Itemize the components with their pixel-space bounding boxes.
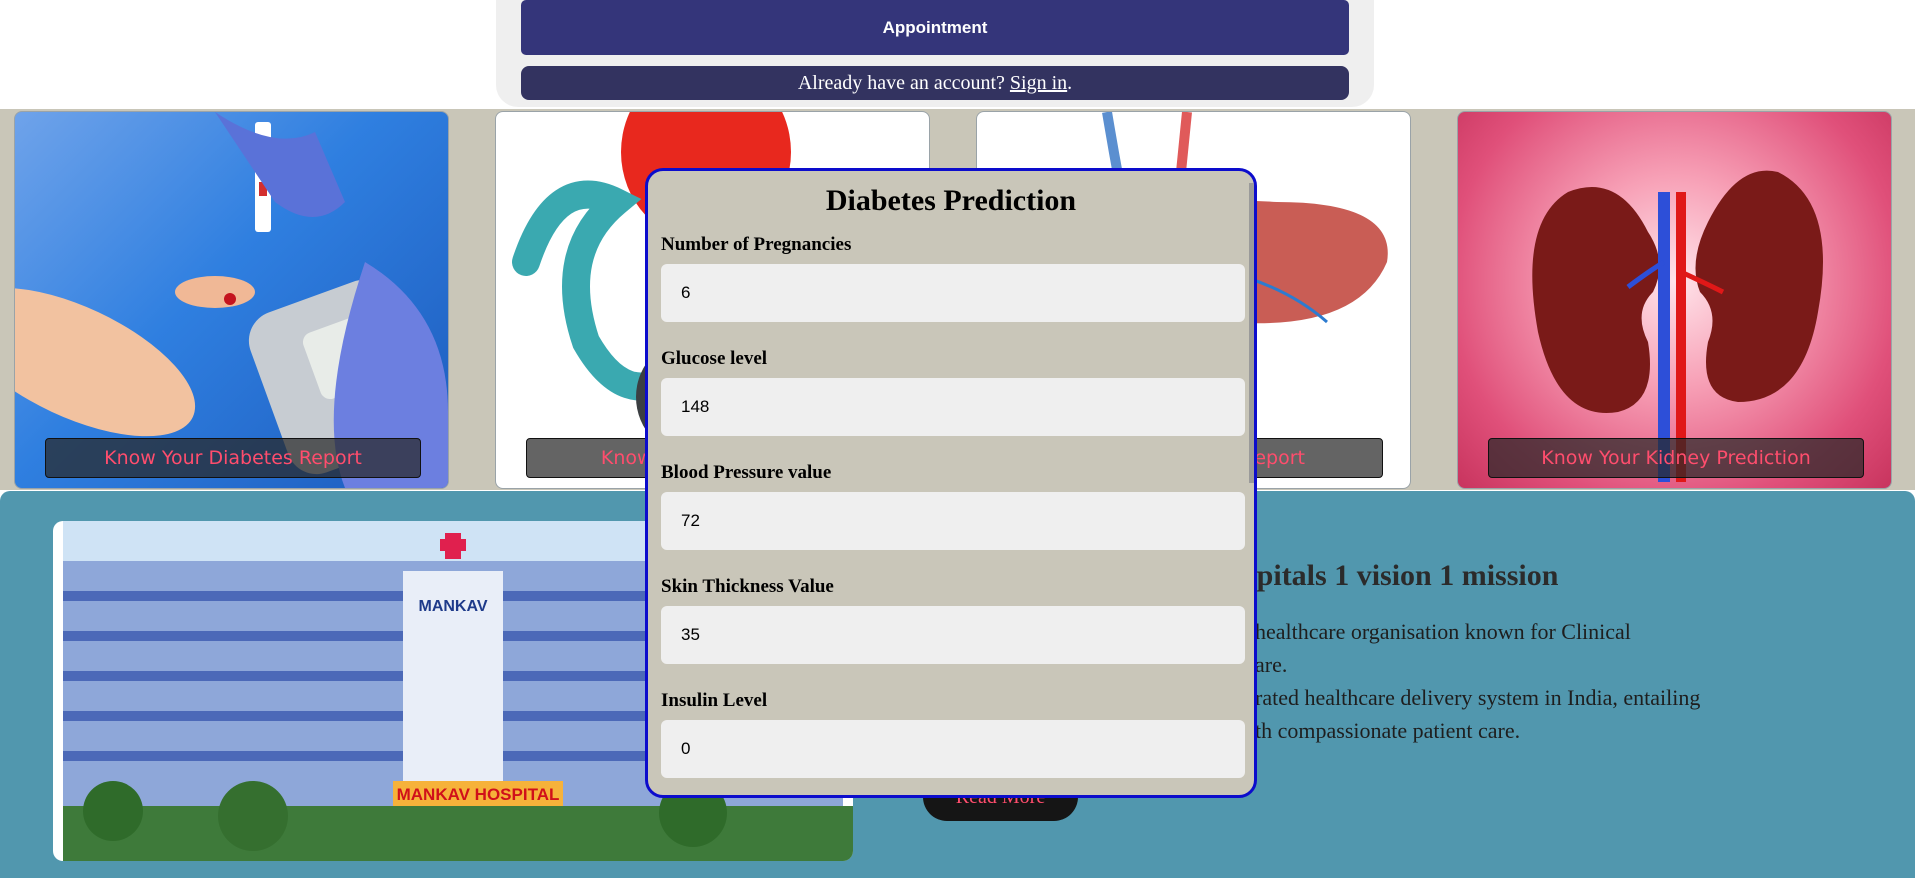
insulin-label: Insulin Level [661, 690, 768, 711]
signup-panel: Appointment Already have an account? Sig… [496, 0, 1374, 107]
kidney-image [1532, 170, 1823, 482]
diabetes-report-button[interactable]: Know Your Diabetes Report [45, 438, 421, 478]
hospital-sign: MANKAV HOSPITAL [397, 785, 560, 804]
hero-description: healthcare organisation known for Clinic… [1255, 615, 1815, 747]
modal-title: Diabetes Prediction [825, 184, 1077, 217]
blood-pressure-label: Blood Pressure value [661, 462, 832, 483]
signin-prompt: Already have an account? [797, 71, 1010, 94]
signin-suffix: . [1067, 71, 1073, 94]
hero-line: are. [1255, 652, 1288, 677]
diabetes-prediction-modal: Diabetes Prediction Number of Pregnancie… [645, 168, 1257, 798]
insulin-input[interactable] [661, 720, 1245, 778]
hero-line: healthcare organisation known for Clinic… [1255, 619, 1631, 644]
hero-line: th compassionate patient care. [1255, 718, 1521, 743]
modal-scrollbar[interactable] [1249, 183, 1254, 483]
skin-thickness-input[interactable] [661, 606, 1245, 664]
card-kidney[interactable]: Know Your Kidney Prediction [1457, 111, 1892, 489]
kidney-prediction-button[interactable]: Know Your Kidney Prediction [1488, 438, 1864, 478]
glucose-meter-image [15, 112, 448, 488]
pregnancies-input[interactable] [661, 264, 1245, 322]
pregnancies-label: Number of Pregnancies [661, 234, 852, 255]
glucose-label: Glucose level [661, 348, 768, 369]
card-diabetes[interactable]: Know Your Diabetes Report [14, 111, 449, 489]
blood-pressure-input[interactable] [661, 492, 1245, 550]
appointment-button[interactable]: Appointment [521, 0, 1349, 55]
skin-thickness-label: Skin Thickness Value [661, 576, 834, 597]
hero-line: rated healthcare delivery system in Indi… [1255, 685, 1701, 710]
hero-title: spitals 1 vision 1 mission [1245, 559, 1559, 592]
signin-bar: Already have an account? Sign in. [521, 66, 1349, 100]
hospital-name-top: MANKAV [418, 598, 487, 615]
signin-link[interactable]: Sign in [1010, 72, 1067, 95]
glucose-input[interactable] [661, 378, 1245, 436]
